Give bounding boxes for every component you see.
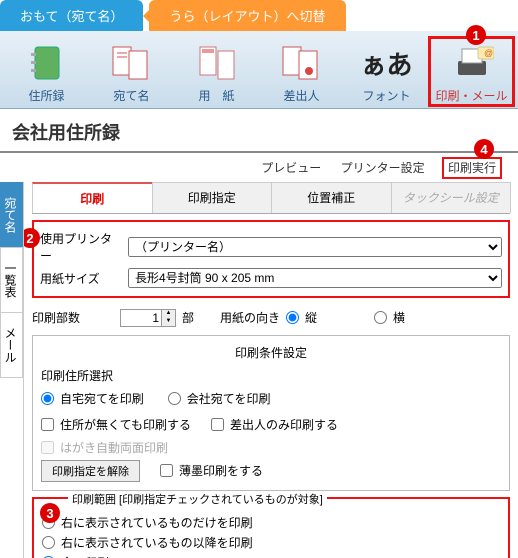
senderonly-label: 差出人のみ印刷する <box>230 416 338 433</box>
papersize-label: 用紙サイズ <box>40 270 122 287</box>
badge-2: 2 <box>24 228 40 248</box>
page-title: 会社用住所録 <box>0 109 518 153</box>
sub-actions: 4 プレビュー プリンター設定 印刷実行 <box>0 153 518 182</box>
toolbar-label: 用 紙 <box>174 87 259 104</box>
toolbar-label: 差出人 <box>259 87 344 104</box>
toolbar-label: フォント <box>344 87 429 104</box>
orient-portrait-label: 縦 <box>305 309 317 326</box>
side-tab-list[interactable]: 一覧表 <box>0 247 23 313</box>
print-condition-group: 印刷条件設定 印刷住所選択 自宅宛てを印刷 会社宛てを印刷 住所が無くても印刷す… <box>32 335 510 491</box>
toolbar-sender[interactable]: 差出人 <box>259 37 344 106</box>
orient-label: 用紙の向き <box>220 309 280 326</box>
toolbar-addressee[interactable]: 宛て名 <box>89 37 174 106</box>
toolbar-font[interactable]: ぁあ フォント <box>344 37 429 106</box>
clear-spec-button[interactable]: 印刷指定を解除 <box>41 460 140 482</box>
preview-link[interactable]: プレビュー <box>261 161 321 175</box>
range-rightonly-label: 右に表示されているものだけを印刷 <box>61 514 253 531</box>
company-radio[interactable] <box>168 392 181 405</box>
toolbar-label: 宛て名 <box>89 87 174 104</box>
addr-sel-label: 印刷住所選択 <box>41 367 501 384</box>
copies-spinner[interactable]: ▲▼ <box>120 309 176 327</box>
copies-input[interactable] <box>121 310 161 326</box>
orient-landscape-label: 横 <box>393 309 405 326</box>
printer-select[interactable]: （プリンター名） <box>128 237 502 257</box>
tab-back-switch[interactable]: うら（レイアウト）へ切替 <box>149 0 345 31</box>
svg-text:@: @ <box>484 48 493 58</box>
toolbar-addressbook[interactable]: 住所録 <box>4 37 89 106</box>
range-rightafter-label: 右に表示されているもの以降を印刷 <box>61 534 253 551</box>
printer-icon: @ <box>429 39 514 87</box>
range-legend: 印刷範囲 [印刷指定チェックされているものが対象] <box>68 491 327 507</box>
paper-icon <box>174 39 259 87</box>
tab-front[interactable]: おもて（宛て名） <box>0 0 143 31</box>
printer-settings-box: 2 使用プリンター （プリンター名） 用紙サイズ 長形4号封筒 90 x 205… <box>32 220 510 298</box>
inner-tab-print[interactable]: 印刷 <box>32 182 153 213</box>
sender-icon <box>259 39 344 87</box>
copies-unit: 部 <box>182 309 194 326</box>
addressee-icon <box>89 39 174 87</box>
printer-settings-link[interactable]: プリンター設定 <box>341 161 425 175</box>
orient-portrait-radio[interactable] <box>286 311 299 324</box>
home-label: 自宅宛てを印刷 <box>60 390 144 407</box>
duplex-check <box>41 441 54 454</box>
noaddr-label: 住所が無くても印刷する <box>60 416 191 433</box>
badge-3: 3 <box>40 503 60 523</box>
cond-title: 印刷条件設定 <box>41 344 501 361</box>
spin-up-icon[interactable]: ▲ <box>161 310 175 318</box>
range-rightafter-radio[interactable] <box>42 536 55 549</box>
toolbar: 住所録 宛て名 用 紙 差出人 ぁあ フォント 1 @ 印刷・メール <box>0 31 518 109</box>
copies-label: 印刷部数 <box>32 309 114 326</box>
addressbook-icon <box>4 39 89 87</box>
company-label: 会社宛てを印刷 <box>187 390 271 407</box>
side-tab-mail[interactable]: メール <box>0 312 23 378</box>
inner-tab-tack[interactable]: タックシール設定 <box>391 182 512 213</box>
side-tab-addressee[interactable]: 宛て名 <box>0 182 23 248</box>
toolbar-paper[interactable]: 用 紙 <box>174 37 259 106</box>
spin-down-icon[interactable]: ▼ <box>161 318 175 326</box>
home-radio[interactable] <box>41 392 54 405</box>
orient-landscape-radio[interactable] <box>374 311 387 324</box>
inner-tab-spec[interactable]: 印刷指定 <box>152 182 273 213</box>
badge-1: 1 <box>466 25 486 45</box>
papersize-select[interactable]: 長形4号封筒 90 x 205 mm <box>128 268 502 288</box>
senderonly-check[interactable] <box>211 418 224 431</box>
inner-tab-pos[interactable]: 位置補正 <box>271 182 392 213</box>
toolbar-print-mail[interactable]: 1 @ 印刷・メール <box>429 37 514 106</box>
badge-4: 4 <box>474 139 494 159</box>
printer-label: 使用プリンター <box>40 230 122 264</box>
print-range-group: 3 印刷範囲 [印刷指定チェックされているものが対象] 右に表示されているものだ… <box>32 497 510 558</box>
toolbar-label: 印刷・メール <box>429 87 514 104</box>
noaddr-check[interactable] <box>41 418 54 431</box>
print-exec-link[interactable]: 印刷実行 <box>444 159 500 177</box>
duplex-label: はがき自動両面印刷 <box>60 439 168 456</box>
font-icon: ぁあ <box>344 39 429 87</box>
range-all-label: 全て印刷 <box>61 554 109 558</box>
thin-check[interactable] <box>160 464 173 477</box>
thin-label: 薄墨印刷をする <box>179 462 263 479</box>
toolbar-label: 住所録 <box>4 87 89 104</box>
